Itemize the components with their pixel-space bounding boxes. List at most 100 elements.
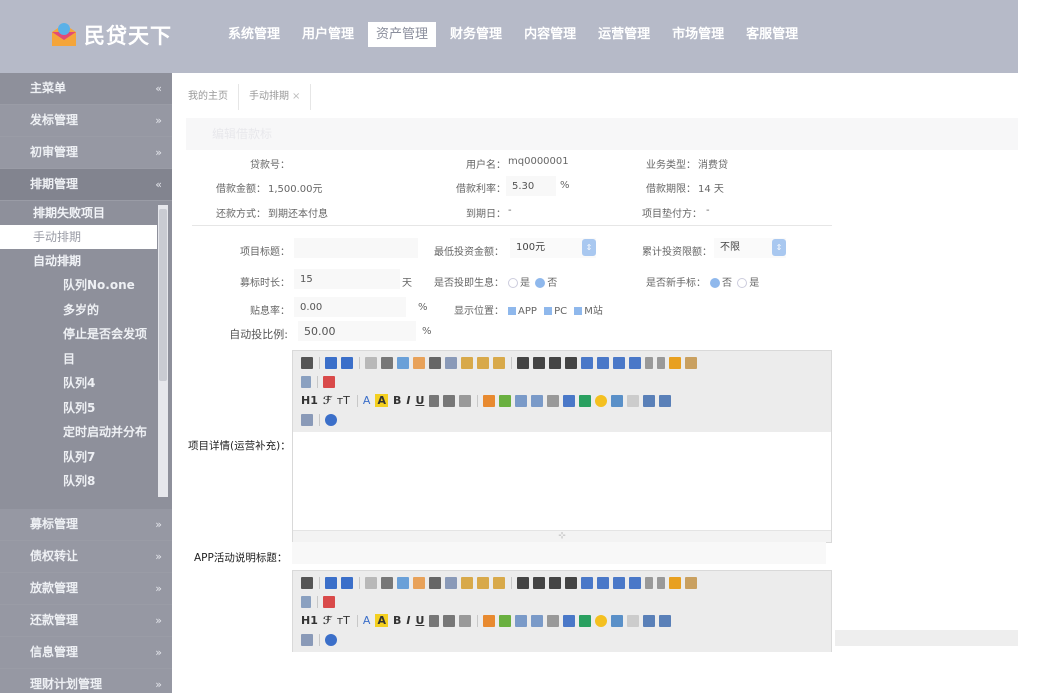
sidebar-item-transfer[interactable]: 债权转让 »	[0, 541, 172, 573]
font-color-button[interactable]: A	[363, 614, 371, 627]
underline-button[interactable]: U	[415, 394, 424, 407]
sidebar-item-info[interactable]: 信息管理 »	[0, 637, 172, 669]
topnav-service[interactable]: 客服管理	[738, 22, 806, 47]
outdent-icon[interactable]	[629, 576, 641, 589]
paste-word-icon[interactable]	[493, 576, 505, 589]
paste-icon[interactable]	[461, 576, 473, 589]
fullscreen-icon[interactable]	[323, 595, 335, 608]
min-invest-select[interactable]: 100元 ⇕	[510, 238, 596, 258]
print-icon[interactable]	[381, 576, 393, 589]
sidebar-item-raise[interactable]: 募标管理 »	[0, 509, 172, 541]
table-icon[interactable]	[563, 614, 576, 627]
map-icon[interactable]	[611, 394, 624, 407]
template-icon[interactable]	[397, 356, 409, 369]
cum-invest-select[interactable]: 不限 ⇕	[714, 238, 786, 258]
link-icon[interactable]	[659, 394, 672, 407]
topnav-content[interactable]: 内容管理	[516, 22, 584, 47]
interest-no-radio[interactable]	[535, 278, 546, 288]
paste-word-icon[interactable]	[493, 356, 505, 369]
collapse-icon[interactable]: «	[155, 73, 162, 104]
undo-icon[interactable]	[325, 356, 337, 369]
sidebar-queue-item[interactable]: 定时启动并分布	[0, 420, 172, 445]
sidebar-queue-item[interactable]: 队列8	[0, 469, 172, 494]
resize-handle-icon[interactable]: ⊹	[293, 530, 831, 542]
font-size-button[interactable]: тT	[337, 614, 350, 627]
flash-icon[interactable]	[515, 394, 528, 407]
newbie-yes-radio[interactable]	[737, 278, 748, 288]
clear-format-icon[interactable]	[669, 576, 681, 589]
anchor-icon[interactable]	[643, 614, 656, 627]
insert-row-icon[interactable]	[579, 614, 592, 627]
bold-button[interactable]: B	[393, 394, 401, 407]
multi-image-icon[interactable]	[499, 614, 512, 627]
image-icon[interactable]	[483, 394, 496, 407]
hr-icon[interactable]	[443, 614, 456, 627]
italic-button[interactable]: I	[406, 614, 410, 627]
font-family-button[interactable]: ℱ	[323, 614, 332, 627]
cursor-icon[interactable]	[301, 595, 311, 608]
align-right-icon[interactable]	[549, 576, 561, 589]
subscript-icon[interactable]	[645, 356, 653, 369]
sidebar-scrollbar[interactable]	[158, 205, 168, 497]
preview-icon[interactable]	[365, 356, 377, 369]
sidebar-queue-item[interactable]: 队列4	[0, 371, 172, 396]
anchor-icon[interactable]	[643, 394, 656, 407]
unordered-list-icon[interactable]	[597, 576, 609, 589]
project-title-input[interactable]	[294, 238, 418, 258]
clear-format-icon[interactable]	[669, 356, 681, 369]
align-left-icon[interactable]	[517, 576, 529, 589]
attachment-icon[interactable]	[547, 394, 560, 407]
ordered-list-icon[interactable]	[581, 576, 593, 589]
tab-manual-schedule[interactable]: 手动排期 ×	[239, 84, 312, 110]
superscript-icon[interactable]	[657, 356, 665, 369]
sidebar-item-publish[interactable]: 发标管理 »	[0, 105, 172, 137]
topnav-users[interactable]: 用户管理	[294, 22, 362, 47]
unlink-icon[interactable]	[301, 633, 313, 646]
sidebar-queue-item[interactable]: 多岁的	[0, 298, 172, 323]
cut-icon[interactable]	[429, 356, 441, 369]
underline-button[interactable]: U	[415, 614, 424, 627]
topnav-finance[interactable]: 财务管理	[442, 22, 510, 47]
sidebar-item-lending[interactable]: 放款管理 »	[0, 573, 172, 605]
heading-button[interactable]: H1	[301, 614, 318, 627]
align-right-icon[interactable]	[549, 356, 561, 369]
align-left-icon[interactable]	[517, 356, 529, 369]
attachment-icon[interactable]	[547, 614, 560, 627]
image-icon[interactable]	[483, 614, 496, 627]
media-icon[interactable]	[531, 614, 544, 627]
multi-image-icon[interactable]	[499, 394, 512, 407]
sidebar-queue-item[interactable]: 队列5	[0, 396, 172, 421]
map-icon[interactable]	[611, 614, 624, 627]
insert-row-icon[interactable]	[579, 394, 592, 407]
eraser-icon[interactable]	[459, 394, 472, 407]
paste-icon[interactable]	[461, 356, 473, 369]
code-icon[interactable]	[413, 356, 425, 369]
outdent-icon[interactable]	[629, 356, 641, 369]
sidebar-item-repayment[interactable]: 还款管理 »	[0, 605, 172, 637]
source-icon[interactable]	[301, 576, 313, 589]
print-icon[interactable]	[381, 356, 393, 369]
sidebar-item-wealth-plan[interactable]: 理财计划管理 »	[0, 669, 172, 693]
topnav-system[interactable]: 系统管理	[220, 22, 288, 47]
strikethrough-icon[interactable]	[429, 394, 440, 407]
rate-input[interactable]	[506, 176, 556, 196]
sidebar-queue-item[interactable]: 队列No.one	[0, 273, 172, 298]
emoticon-icon[interactable]	[595, 394, 608, 407]
topnav-market[interactable]: 市场管理	[664, 22, 732, 47]
subscript-icon[interactable]	[645, 576, 653, 589]
sidebar-sub-failed[interactable]: 排期失败项目	[0, 201, 172, 225]
select-all-icon[interactable]	[685, 356, 697, 369]
sidebar-queue-item[interactable]: 目	[0, 347, 172, 372]
sidebar-queue-item[interactable]: 队列7	[0, 445, 172, 470]
strikethrough-icon[interactable]	[429, 614, 440, 627]
heading-button[interactable]: H1	[301, 394, 318, 407]
tab-home[interactable]: 我的主页	[178, 84, 239, 110]
select-all-icon[interactable]	[685, 576, 697, 589]
display-app-checkbox[interactable]	[508, 307, 516, 315]
code-icon[interactable]	[413, 576, 425, 589]
sidebar-item-schedule[interactable]: 排期管理 «	[0, 169, 172, 201]
superscript-icon[interactable]	[657, 576, 665, 589]
help-icon[interactable]	[325, 413, 337, 426]
eraser-icon[interactable]	[459, 614, 472, 627]
font-family-button[interactable]: ℱ	[323, 394, 332, 407]
